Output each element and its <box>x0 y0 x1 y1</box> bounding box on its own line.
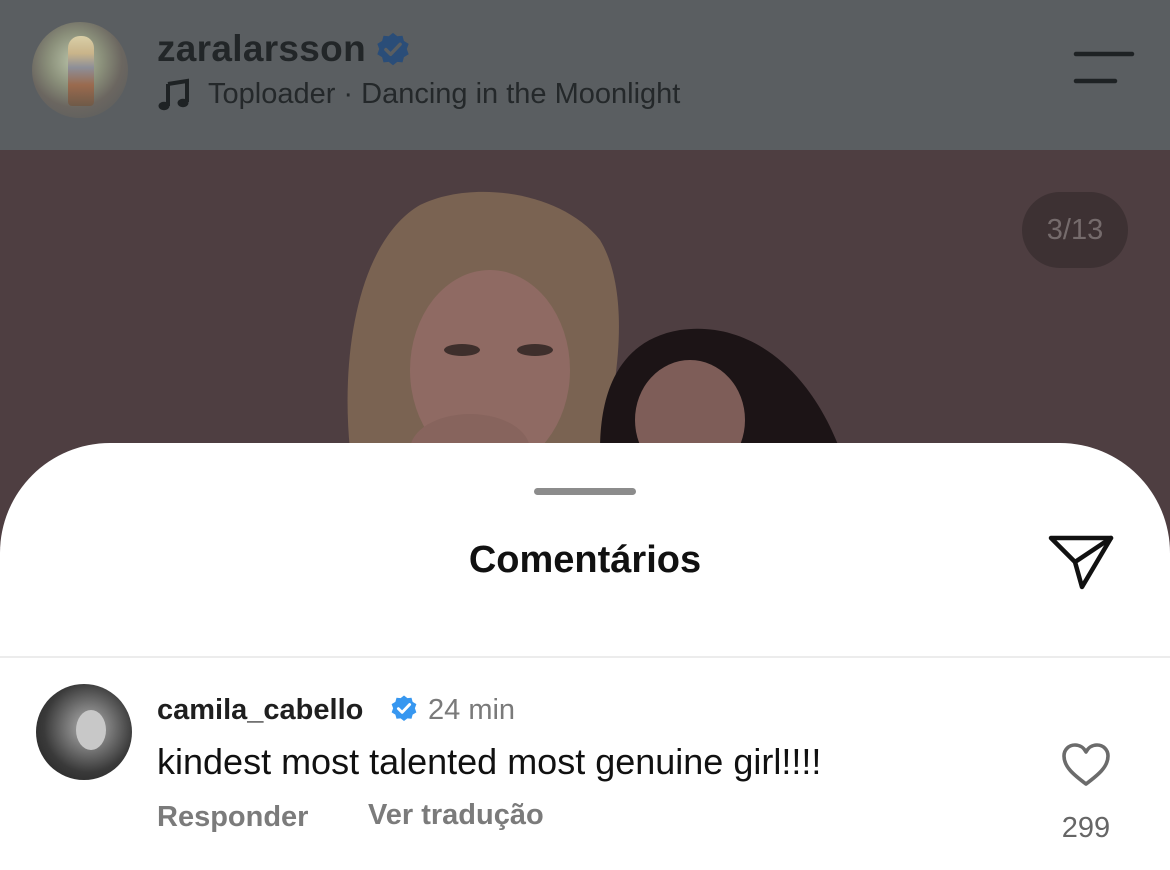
profile-username[interactable]: zaralarsson <box>157 28 366 70</box>
verified-badge-icon <box>377 32 409 66</box>
commenter-avatar[interactable] <box>36 684 132 780</box>
image-counter: 3/13 <box>1022 192 1128 268</box>
divider <box>0 656 1170 658</box>
verified-badge-icon <box>391 695 417 721</box>
avatar-face <box>76 710 106 750</box>
sheet-title: Comentários <box>468 539 702 581</box>
photo-content <box>347 191 840 486</box>
commenter-username[interactable]: camila_cabello <box>157 694 363 727</box>
avatar-figure <box>68 36 94 106</box>
comments-sheet: Comentários camila_cabello 24 min kindes… <box>0 443 1170 870</box>
like-count: 299 <box>1061 812 1111 844</box>
music-note-icon <box>158 78 189 111</box>
sheet-grabber[interactable] <box>534 488 636 495</box>
translate-button[interactable]: Ver tradução <box>368 799 544 832</box>
comment-timestamp: 24 min <box>428 694 516 726</box>
profile-avatar[interactable] <box>32 22 128 118</box>
send-icon[interactable] <box>1046 530 1116 594</box>
menu-icon[interactable] <box>1073 50 1135 86</box>
reply-button[interactable]: Responder <box>157 801 308 834</box>
comment-text: kindest most talented most genuine girl!… <box>157 741 822 782</box>
music-track[interactable]: Toploader · Dancing in the Moonlight <box>208 78 680 111</box>
post-header: zaralarsson Toploader · Dancing in the M… <box>0 0 1170 150</box>
heart-icon[interactable] <box>1060 742 1112 788</box>
